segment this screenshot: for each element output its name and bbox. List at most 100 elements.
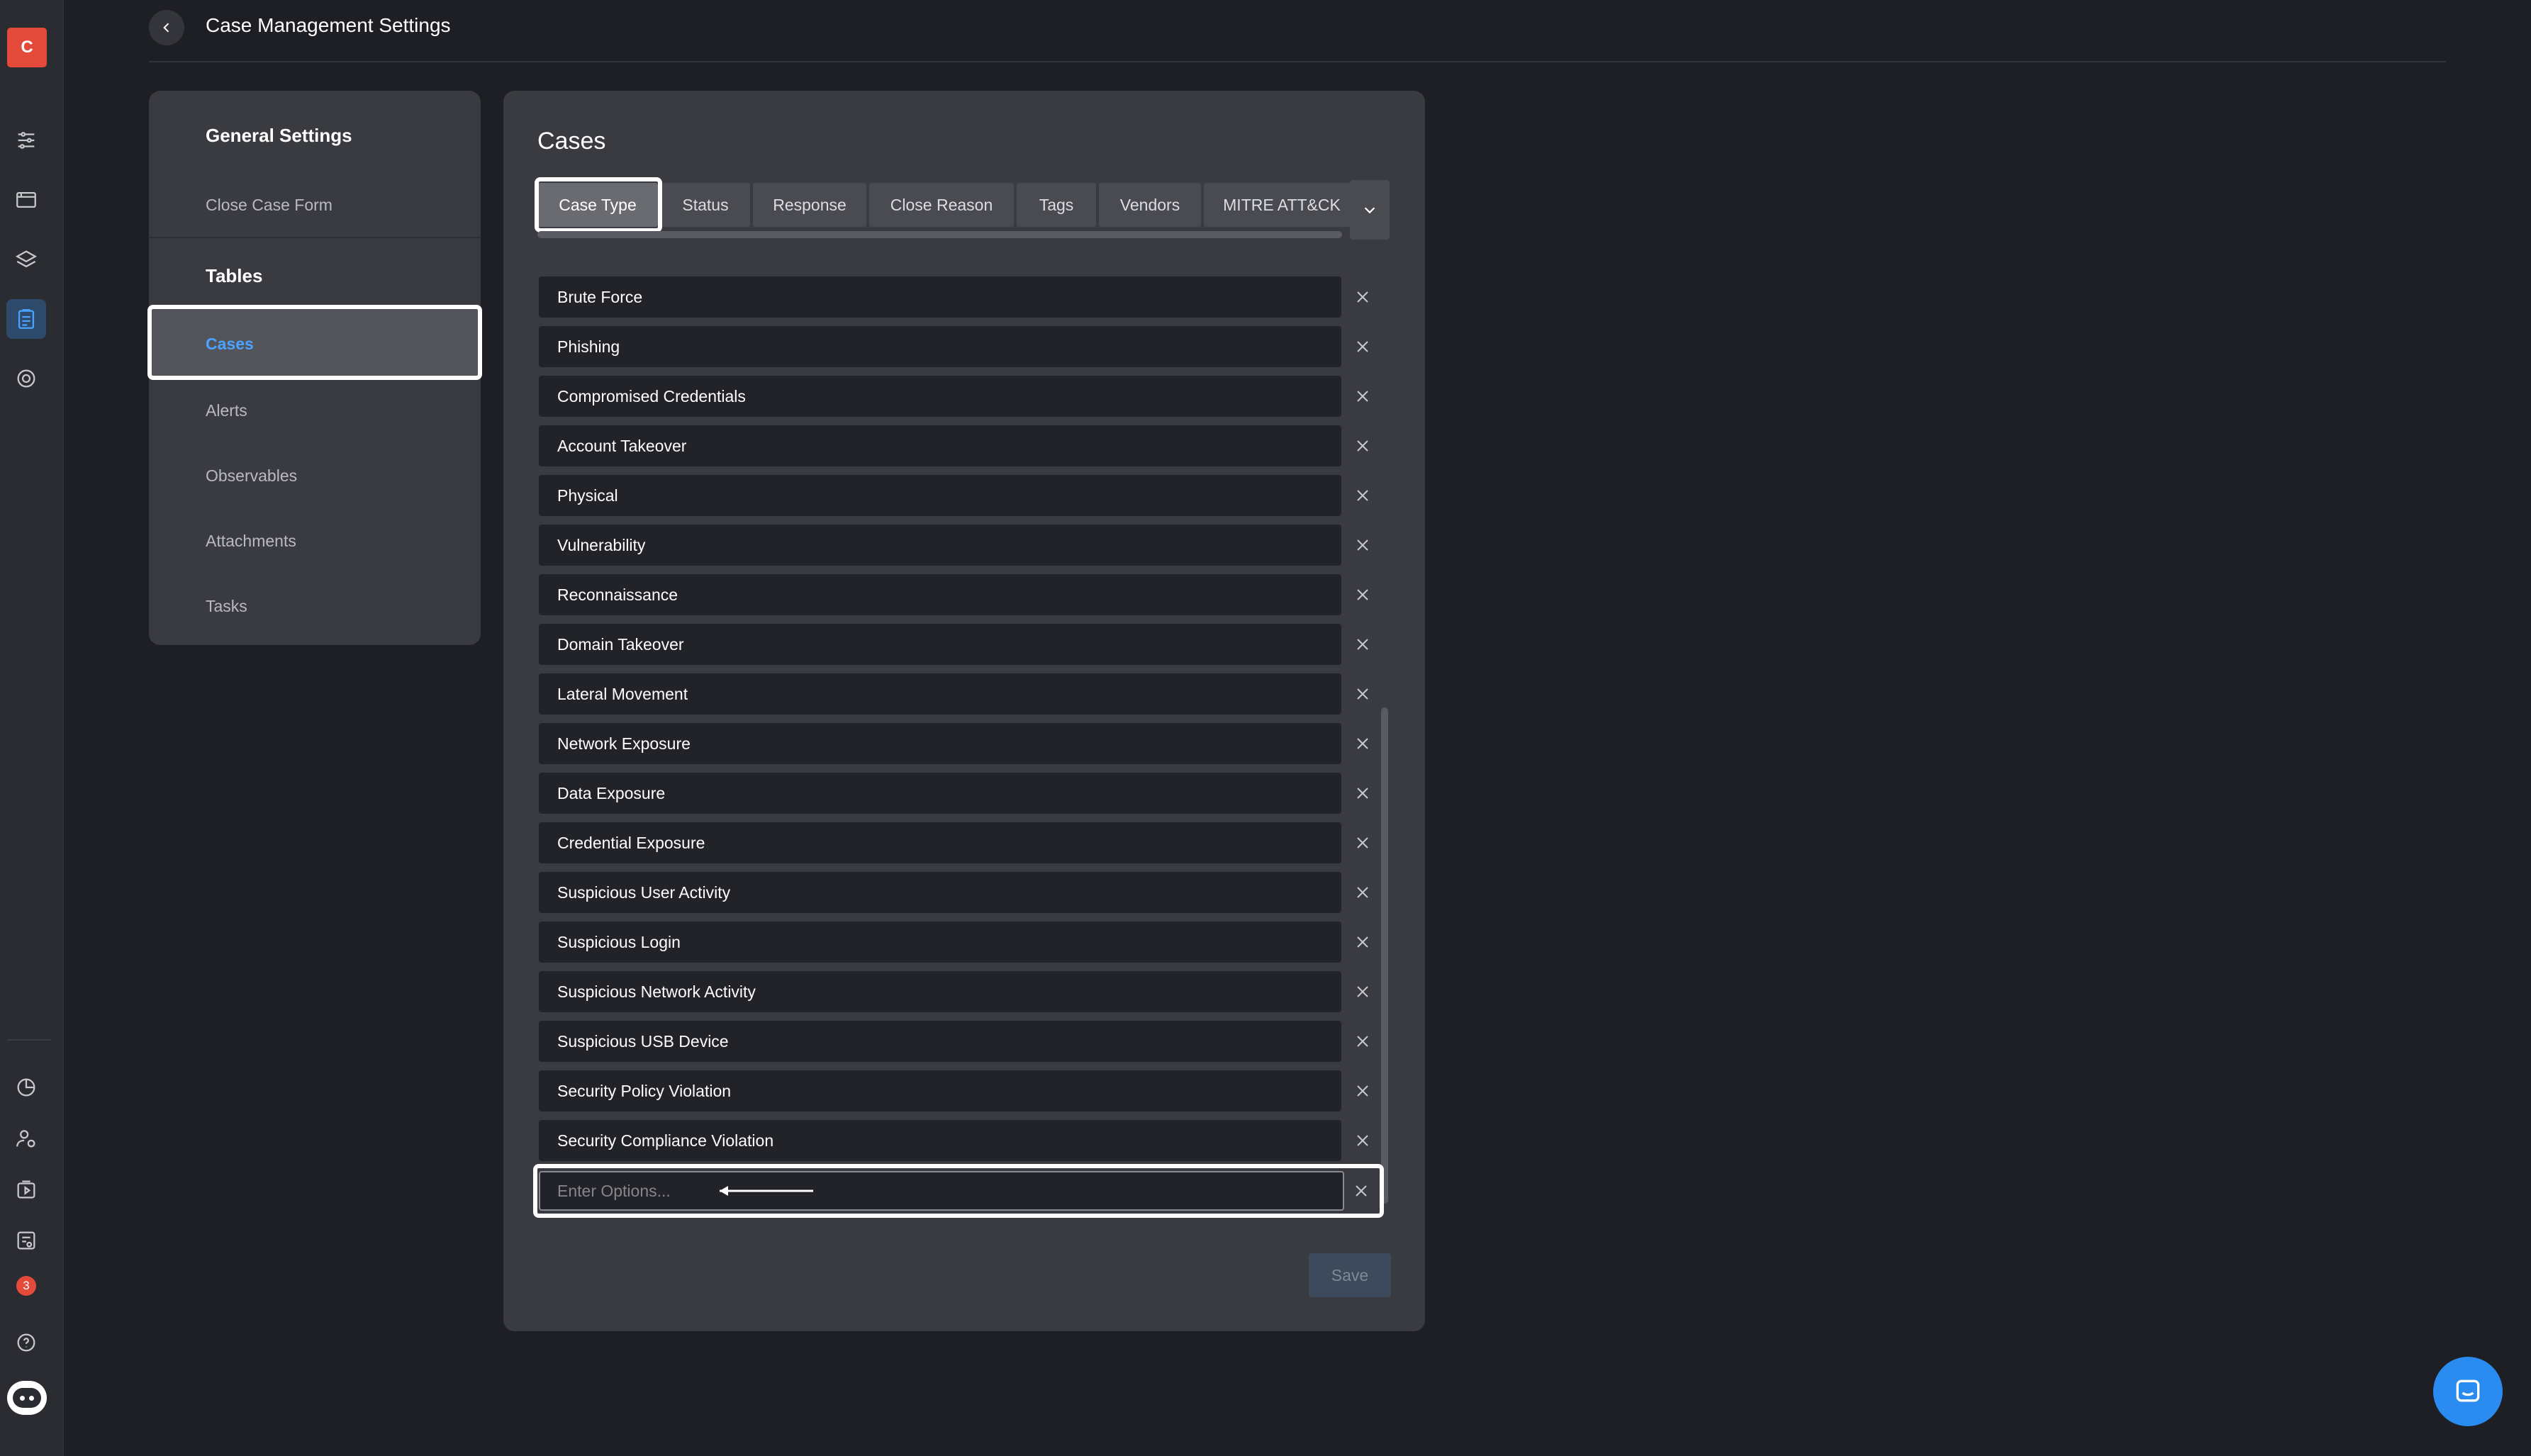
option-field[interactable]: Lateral Movement bbox=[539, 673, 1341, 715]
nav-item-close-case-form[interactable]: Close Case Form bbox=[206, 196, 333, 215]
tab-response[interactable]: Response bbox=[753, 183, 866, 227]
close-icon bbox=[1357, 539, 1368, 551]
settings-nav: General Settings Close Case Form Tables … bbox=[147, 91, 482, 645]
list-scrollbar[interactable] bbox=[1381, 707, 1388, 1204]
nav-item-observables[interactable]: Observables bbox=[206, 466, 297, 486]
option-field[interactable]: Reconnaissance bbox=[539, 574, 1341, 615]
help-icon[interactable] bbox=[6, 1323, 46, 1362]
workspace-logo[interactable]: C bbox=[7, 28, 47, 67]
window-icon[interactable] bbox=[6, 180, 46, 220]
close-icon bbox=[1357, 490, 1368, 501]
rail-divider bbox=[7, 1039, 51, 1041]
close-icon bbox=[1357, 291, 1368, 303]
remove-option-button[interactable] bbox=[1348, 481, 1377, 510]
tab-scrollbar[interactable] bbox=[537, 231, 1342, 238]
report-icon[interactable] bbox=[6, 1221, 46, 1260]
remove-option-button[interactable] bbox=[1348, 680, 1377, 708]
option-field[interactable]: Security Compliance Violation bbox=[539, 1120, 1341, 1161]
tab-close-reason[interactable]: Close Reason bbox=[869, 183, 1014, 227]
remove-option-button[interactable] bbox=[1348, 630, 1377, 659]
close-icon bbox=[1357, 440, 1368, 452]
tab-overflow-button[interactable] bbox=[1350, 180, 1390, 240]
nav-divider bbox=[149, 237, 481, 238]
tab-mitre-attack[interactable]: MITRE ATT&CK bbox=[1204, 183, 1360, 227]
nav-item-tasks[interactable]: Tasks bbox=[206, 597, 247, 616]
chat-icon bbox=[2456, 1379, 2480, 1402]
option-field[interactable]: Compromised Credentials bbox=[539, 376, 1341, 417]
tab-status[interactable]: Status bbox=[661, 183, 750, 227]
close-icon bbox=[1357, 1085, 1368, 1097]
close-icon bbox=[1357, 1036, 1368, 1047]
users-settings-icon[interactable] bbox=[6, 1119, 46, 1158]
option-field[interactable]: Suspicious User Activity bbox=[539, 872, 1341, 913]
remove-option-button[interactable] bbox=[1348, 878, 1377, 907]
option-field[interactable]: Network Exposure bbox=[539, 723, 1341, 764]
remove-option-button[interactable] bbox=[1348, 581, 1377, 609]
pie-chart-icon[interactable] bbox=[6, 1068, 46, 1107]
remove-option-button[interactable] bbox=[1348, 1077, 1377, 1105]
tab-case-type[interactable]: Case Type bbox=[537, 183, 658, 227]
close-icon bbox=[1357, 837, 1368, 849]
option-field[interactable]: Account Takeover bbox=[539, 425, 1341, 466]
remove-option-button[interactable] bbox=[1348, 729, 1377, 758]
close-icon bbox=[1357, 738, 1368, 749]
close-icon bbox=[1357, 639, 1368, 650]
close-icon bbox=[1357, 936, 1368, 948]
remove-option-button[interactable] bbox=[1348, 432, 1377, 460]
remove-option-button[interactable] bbox=[1348, 829, 1377, 857]
close-icon bbox=[1357, 986, 1368, 997]
close-icon bbox=[1357, 688, 1368, 700]
remove-option-button[interactable] bbox=[1348, 531, 1377, 559]
close-icon bbox=[1357, 887, 1368, 898]
close-icon bbox=[1357, 788, 1368, 799]
close-icon bbox=[1357, 1135, 1368, 1146]
option-field[interactable]: Vulnerability bbox=[539, 525, 1341, 566]
chat-launcher-button[interactable] bbox=[2433, 1357, 2503, 1426]
nav-item-cases[interactable]: Cases bbox=[147, 305, 482, 380]
clear-input-button[interactable] bbox=[1347, 1177, 1375, 1205]
option-field[interactable]: Suspicious Network Activity bbox=[539, 971, 1341, 1012]
tab-vendors[interactable]: Vendors bbox=[1099, 183, 1201, 227]
remove-option-button[interactable] bbox=[1348, 1027, 1377, 1055]
option-field[interactable]: Domain Takeover bbox=[539, 624, 1341, 665]
page-header: Case Management Settings bbox=[149, 0, 2446, 62]
nav-item-alerts[interactable]: Alerts bbox=[206, 401, 247, 420]
option-field[interactable]: Credential Exposure bbox=[539, 822, 1341, 863]
option-field[interactable]: Physical bbox=[539, 475, 1341, 516]
remove-option-button[interactable] bbox=[1348, 1126, 1377, 1155]
media-play-icon[interactable] bbox=[6, 1170, 46, 1209]
option-field[interactable]: Phishing bbox=[539, 326, 1341, 367]
remove-option-button[interactable] bbox=[1348, 382, 1377, 410]
back-button[interactable] bbox=[149, 10, 184, 45]
cases-clipboard-icon[interactable] bbox=[6, 299, 46, 339]
option-field[interactable]: Brute Force bbox=[539, 276, 1341, 318]
close-icon bbox=[1357, 341, 1368, 352]
remove-option-button[interactable] bbox=[1348, 332, 1377, 361]
option-field[interactable]: Data Exposure bbox=[539, 773, 1341, 814]
layers-icon[interactable] bbox=[6, 240, 46, 279]
remove-option-button[interactable] bbox=[1348, 928, 1377, 956]
arrow-left-icon bbox=[720, 1186, 813, 1196]
page-title: Case Management Settings bbox=[206, 14, 451, 36]
nav-heading-tables: Tables bbox=[206, 265, 263, 286]
tab-tags[interactable]: Tags bbox=[1017, 183, 1096, 227]
option-field[interactable]: Suspicious USB Device bbox=[539, 1021, 1341, 1062]
option-field[interactable]: Suspicious Login bbox=[539, 922, 1341, 963]
assistant-bot-icon[interactable] bbox=[7, 1381, 47, 1415]
save-button[interactable]: Save bbox=[1309, 1253, 1391, 1297]
notification-badge[interactable]: 3 bbox=[16, 1276, 36, 1296]
close-icon bbox=[1356, 1185, 1367, 1197]
chevron-left-icon bbox=[163, 23, 169, 33]
option-field[interactable]: Security Policy Violation bbox=[539, 1070, 1341, 1111]
cases-card: Cases Case Type Status Response Close Re… bbox=[503, 91, 1425, 1331]
nav-item-attachments[interactable]: Attachments bbox=[206, 532, 296, 551]
sliders-icon[interactable] bbox=[6, 121, 46, 160]
new-option-input[interactable] bbox=[539, 1171, 1344, 1211]
nav-item-cases-label: Cases bbox=[206, 335, 254, 353]
remove-option-button[interactable] bbox=[1348, 978, 1377, 1006]
remove-option-button[interactable] bbox=[1348, 283, 1377, 311]
remove-option-button[interactable] bbox=[1348, 779, 1377, 807]
target-icon[interactable] bbox=[6, 359, 46, 398]
nav-item-general-settings[interactable]: General Settings bbox=[206, 125, 352, 147]
chevron-down-icon bbox=[1364, 207, 1375, 214]
